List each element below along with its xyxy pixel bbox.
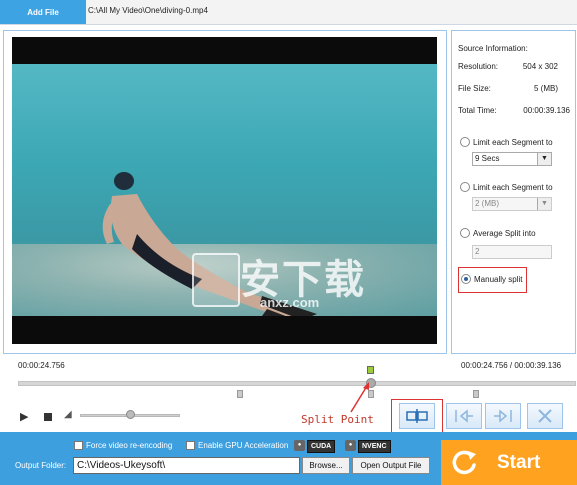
watermark-logo-icon: [192, 253, 240, 307]
close-icon: [538, 409, 552, 423]
add-file-button[interactable]: Add File: [0, 0, 86, 24]
average-split-label: Average Split into: [473, 229, 536, 238]
limit-size-select[interactable]: 2 (MB) ▼: [472, 197, 552, 211]
resolution-label: Resolution:: [458, 62, 499, 71]
force-reencode-checkbox[interactable]: [74, 441, 83, 450]
limit-size-label: Limit each Segment to: [473, 183, 553, 192]
limit-time-value: 9 Secs: [475, 154, 500, 163]
chevron-down-icon[interactable]: ▼: [537, 198, 551, 210]
current-time-label: 00:00:24.756: [18, 361, 65, 370]
cuda-logo-icon: ●: [294, 440, 305, 451]
video-preview[interactable]: 安下载 anxz.com: [12, 37, 437, 344]
resolution-value: 504 x 302: [522, 62, 558, 71]
output-folder-input[interactable]: C:\Videos-Ukeysoft\: [73, 457, 300, 474]
average-split-radio[interactable]: [460, 228, 470, 238]
speaker-icon[interactable]: ◢: [64, 409, 72, 420]
split-icon: [406, 409, 428, 423]
top-toolbar: [0, 0, 577, 25]
start-button[interactable]: Start: [441, 440, 577, 485]
volume-knob[interactable]: [126, 410, 135, 419]
refresh-icon: [452, 450, 476, 474]
nvenc-badge: NVENC: [358, 440, 391, 453]
split-flag-icon[interactable]: [367, 366, 374, 374]
limit-size-value: 2 (MB): [475, 199, 499, 208]
split-marker[interactable]: [473, 390, 479, 398]
mark-out-icon: [494, 409, 512, 423]
total-time-label: Total Time:: [458, 106, 497, 115]
gpu-accel-label: Enable GPU Acceleration: [198, 441, 289, 450]
split-options-panel: [451, 30, 576, 354]
delete-segment-button[interactable]: [527, 403, 563, 429]
play-icon[interactable]: ▶: [20, 410, 28, 423]
split-point-annotation: Split Point: [301, 413, 374, 426]
limit-time-label: Limit each Segment to: [473, 138, 553, 147]
average-split-value: 2: [475, 247, 480, 256]
file-size-label: File Size:: [458, 84, 491, 93]
browse-button[interactable]: Browse...: [302, 457, 350, 474]
limit-time-select[interactable]: 9 Secs ▼: [472, 152, 552, 166]
source-info-heading: Source Information:: [458, 44, 528, 53]
stop-icon[interactable]: [44, 413, 52, 421]
total-time-value: 00:00:39.136: [523, 106, 570, 115]
position-readout: 00:00:24.756 / 00:00:39.136: [461, 361, 562, 370]
timeline-track[interactable]: [18, 381, 576, 386]
mark-in-button[interactable]: [446, 403, 482, 429]
manual-split-label: Manually split: [474, 275, 523, 284]
split-marker[interactable]: [237, 390, 243, 398]
nvenc-logo-icon: ●: [345, 440, 356, 451]
arrow-icon: [350, 382, 369, 413]
output-folder-label: Output Folder:: [15, 461, 67, 470]
limit-size-radio[interactable]: [460, 182, 470, 192]
mark-in-icon: [455, 409, 473, 423]
mark-out-button[interactable]: [485, 403, 521, 429]
split-button[interactable]: [399, 403, 435, 429]
force-reencode-label: Force video re-encoding: [86, 441, 173, 450]
manual-split-radio[interactable]: [461, 274, 471, 284]
cuda-badge: CUDA: [307, 440, 336, 453]
start-label: Start: [497, 451, 541, 473]
chevron-down-icon[interactable]: ▼: [537, 153, 551, 165]
limit-time-radio[interactable]: [460, 137, 470, 147]
gpu-accel-checkbox[interactable]: [186, 441, 195, 450]
average-split-spinner[interactable]: 2: [472, 245, 552, 259]
open-output-file-button[interactable]: Open Output File: [352, 457, 430, 474]
watermark-url: anxz.com: [260, 295, 320, 310]
file-size-value: 5 (MB): [534, 84, 558, 93]
file-path-label: C:\All My Video\One\diving-0.mp4: [88, 6, 208, 15]
